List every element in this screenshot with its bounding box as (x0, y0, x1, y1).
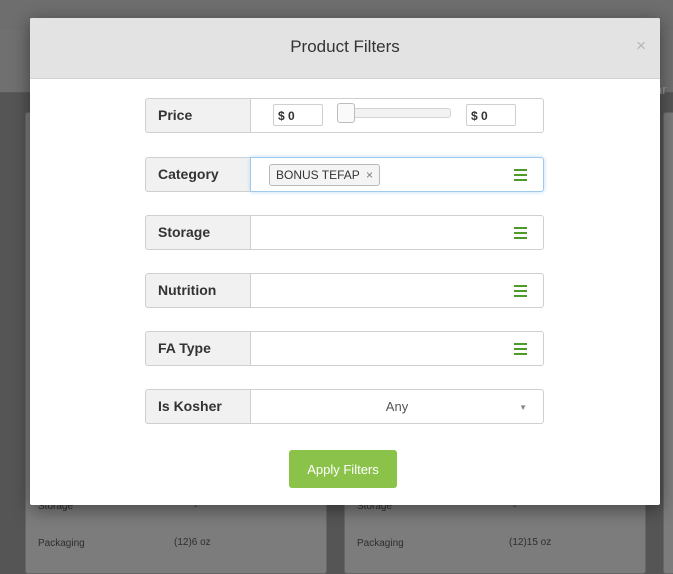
modal-header: Product Filters × (30, 18, 660, 79)
modal-title: Product Filters (290, 37, 400, 56)
category-select[interactable]: BONUS TEFAP × (250, 157, 544, 192)
remove-tag-icon[interactable]: × (366, 168, 373, 182)
nutrition-filter: Nutrition (145, 273, 544, 308)
category-label: Category (145, 157, 262, 192)
kosher-filter: Is Kosher Any ▼ (145, 389, 544, 424)
list-menu-icon[interactable] (514, 285, 527, 297)
list-menu-icon[interactable] (514, 343, 527, 355)
product-filters-modal: Product Filters × Price $ 0 $ 0 Category… (30, 18, 660, 505)
chevron-down-icon[interactable]: ▼ (519, 403, 527, 412)
card-packaging-label: Packaging (38, 538, 85, 549)
background-product-card (663, 112, 673, 574)
nutrition-label: Nutrition (145, 273, 262, 308)
kosher-selected-value: Any (385, 399, 409, 414)
price-filter: Price $ 0 $ 0 (145, 98, 544, 133)
category-filter: Category BONUS TEFAP × (145, 157, 544, 192)
price-max-input[interactable]: $ 0 (466, 104, 516, 126)
storage-label: Storage (145, 215, 262, 250)
price-min-input[interactable]: $ 0 (273, 104, 323, 126)
apply-filters-button[interactable]: Apply Filters (289, 450, 397, 488)
price-slider-handle[interactable] (337, 103, 355, 123)
category-tag-label: BONUS TEFAP (276, 168, 360, 182)
storage-filter: Storage (145, 215, 544, 250)
kosher-select[interactable]: Any ▼ (250, 389, 544, 424)
fa-type-filter: FA Type (145, 331, 544, 366)
card-packaging-value: (12)15 oz (509, 537, 552, 548)
kosher-label: Is Kosher (145, 389, 262, 424)
nutrition-select[interactable] (250, 273, 544, 308)
close-icon[interactable]: × (636, 36, 646, 56)
card-packaging-label: Packaging (357, 538, 404, 549)
fa-type-label: FA Type (145, 331, 262, 366)
card-packaging-value: (12)6 oz (174, 537, 211, 548)
storage-select[interactable] (250, 215, 544, 250)
list-menu-icon[interactable] (514, 169, 527, 181)
category-tag: BONUS TEFAP × (269, 164, 380, 186)
list-menu-icon[interactable] (514, 227, 527, 239)
price-label: Price (145, 98, 262, 133)
price-range-control: $ 0 $ 0 (250, 98, 544, 133)
fa-type-select[interactable] (250, 331, 544, 366)
